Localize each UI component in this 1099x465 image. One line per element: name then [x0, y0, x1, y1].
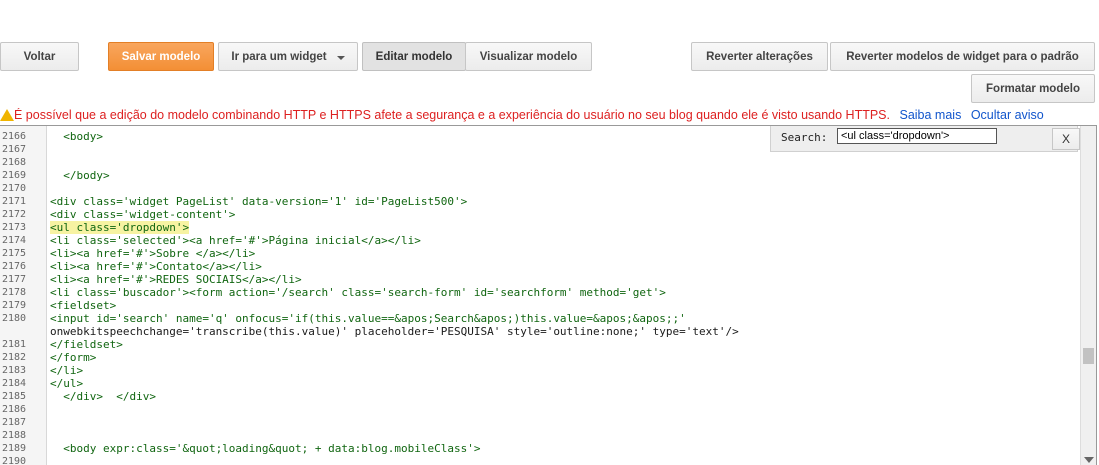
code-line: <div class='widget PageList' data-versio…	[50, 195, 468, 208]
line-number: 2181	[2, 339, 27, 350]
jump-to-widget-label: Ir para um widget	[231, 50, 327, 63]
code-line: <body expr:class='&quot;loading&quot; + …	[50, 442, 481, 455]
code-line: </div> </div>	[50, 390, 156, 403]
line-number: 2171	[2, 196, 27, 207]
code-line: </li>	[50, 364, 84, 377]
line-number: 2182	[2, 352, 27, 363]
line-number: 2167	[2, 144, 27, 155]
line-number: 2177	[2, 274, 27, 285]
code-line: </body>	[50, 169, 110, 182]
line-number-gutter: 2166 2167 2168 2169 2170 2171 2172 2173 2174 2175…	[0, 126, 47, 465]
line-number: 2176	[2, 261, 27, 272]
search-input[interactable]	[837, 128, 997, 144]
preview-template-tab[interactable]: Visualizar modelo	[465, 42, 592, 71]
line-number: 2184	[2, 378, 27, 389]
chevron-down-icon	[336, 55, 345, 60]
code-line: <li class='selected'><a href='#'>Página …	[50, 234, 421, 247]
code-line: </form>	[50, 351, 97, 364]
revert-changes-button[interactable]: Reverter alterações	[691, 42, 828, 71]
search-label: Search:	[781, 131, 828, 144]
code-line: <li><a href='#'>Contato</a></li>	[50, 260, 262, 273]
search-panel: Search:	[770, 126, 1078, 152]
back-button[interactable]: Voltar	[0, 42, 79, 71]
line-number: 2172	[2, 209, 27, 220]
code-line: </ul>	[50, 377, 84, 390]
line-number: 2188	[2, 430, 27, 441]
scroll-down-arrow-icon[interactable]	[1084, 457, 1094, 463]
line-number: 2166	[2, 131, 27, 142]
line-number: 2170	[2, 183, 27, 194]
line-number: 2180	[2, 313, 27, 324]
close-search-button[interactable]: X	[1052, 128, 1080, 150]
code-line: <li class='buscador'><form action='/sear…	[50, 286, 666, 299]
scrollbar-thumb[interactable]	[1083, 348, 1094, 364]
revert-widget-templates-button[interactable]: Reverter modelos de widget para o padrão	[830, 42, 1095, 71]
learn-more-link[interactable]: Saiba mais	[899, 108, 961, 122]
code-line: <input id='search' name='q' onfocus='if(…	[50, 312, 686, 325]
code-line: <li><a href='#'>REDES SOCIAIS</a></li>	[50, 273, 302, 286]
https-warning: É possível que a edição do modelo combin…	[0, 108, 1072, 124]
code-line: </fieldset>	[50, 338, 123, 351]
line-number: 2179	[2, 300, 27, 311]
line-number: 2185	[2, 391, 27, 402]
vertical-scrollbar[interactable]	[1080, 126, 1096, 465]
line-number: 2187	[2, 417, 27, 428]
line-number: 2178	[2, 287, 27, 298]
line-number: 2189	[2, 443, 27, 454]
code-line: <fieldset>	[50, 299, 117, 312]
jump-to-widget-dropdown[interactable]: Ir para um widget	[218, 42, 358, 71]
line-number: 2175	[2, 248, 27, 259]
code-editor[interactable]: 2166 2167 2168 2169 2170 2171 2172 2173 2174 2175…	[0, 125, 1097, 465]
hide-warning-link[interactable]: Ocultar aviso	[971, 108, 1044, 122]
code-line: <div class='widget-content'>	[50, 208, 236, 221]
code-line: onwebkitspeechchange='transcribe(this.va…	[50, 325, 739, 338]
line-number: 2174	[2, 235, 27, 246]
line-number: 2190	[2, 456, 27, 465]
save-template-button[interactable]: Salvar modelo	[108, 42, 214, 71]
warning-text: É possível que a edição do modelo combin…	[14, 108, 890, 122]
format-template-button[interactable]: Formatar modelo	[971, 74, 1095, 103]
line-number: 2168	[2, 157, 27, 168]
line-number: 2183	[2, 365, 27, 376]
line-number: 2186	[2, 404, 27, 415]
line-number: 2173	[2, 222, 27, 233]
code-line: <body>	[50, 130, 103, 143]
code-line: <li><a href='#'>Sobre </a></li>	[50, 247, 256, 260]
code-line: <ul class='dropdown'>	[50, 221, 190, 234]
line-number: 2169	[2, 170, 27, 181]
edit-template-tab[interactable]: Editar modelo	[362, 42, 466, 71]
